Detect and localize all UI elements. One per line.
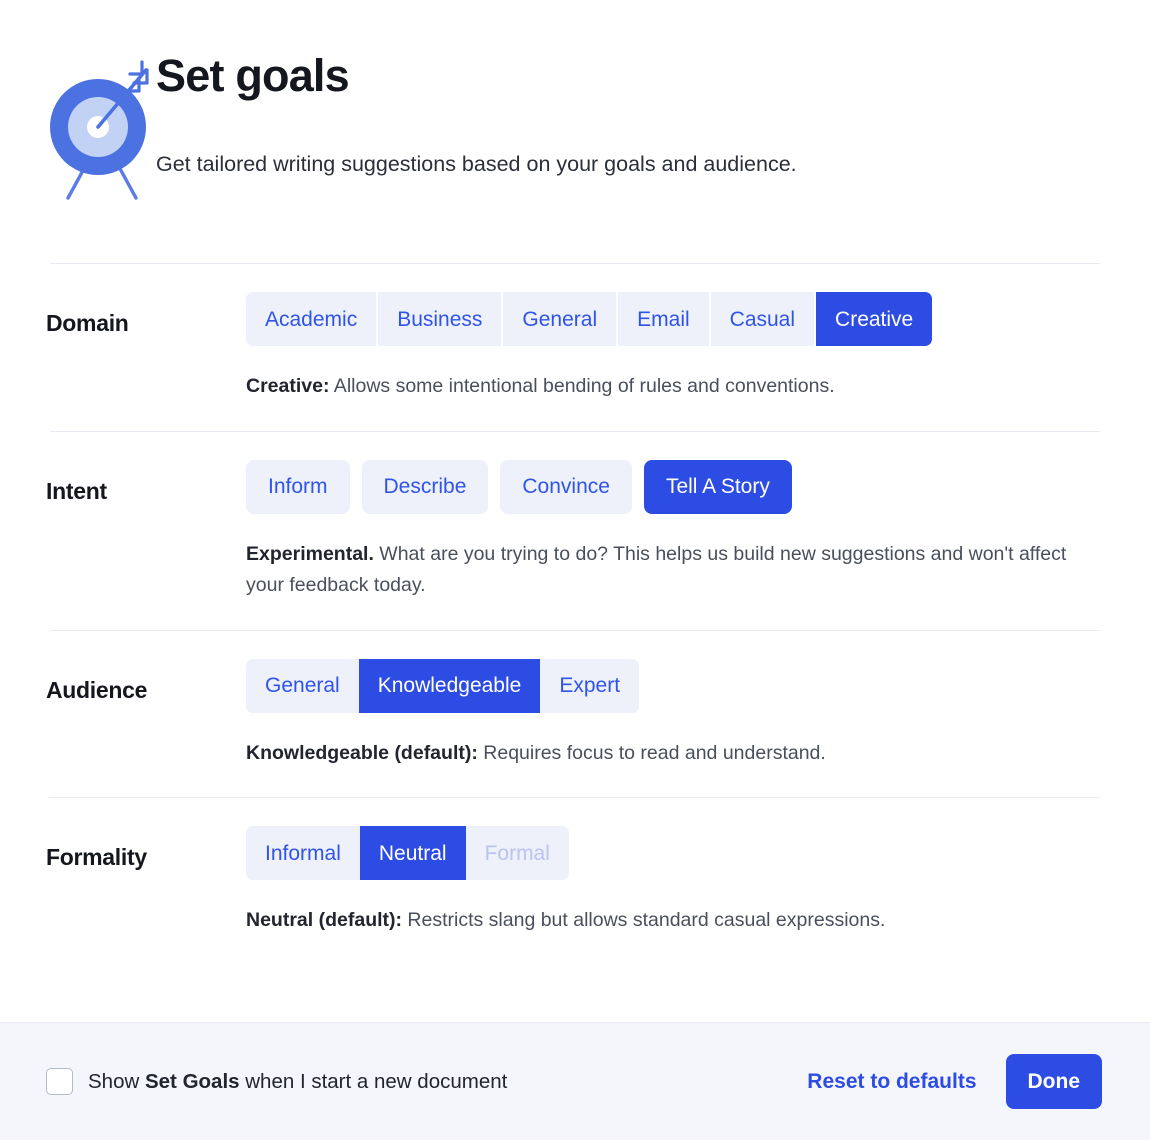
option-expert[interactable]: Expert	[540, 658, 640, 713]
description-strong: Knowledgeable (default):	[246, 741, 478, 764]
set-goals-dialog: Set goals Get tailored writing suggestio…	[0, 0, 1150, 1140]
option-group-intent: Inform Describe Convince Tell A Story	[246, 459, 1100, 514]
dialog-footer: Show Set Goals when I start a new docume…	[0, 1022, 1150, 1140]
description-rest: Restricts slang but allows standard casu…	[402, 909, 886, 932]
target-bullseye-arrow-icon	[46, 46, 156, 205]
option-group-domain: Academic Business General Email Casual Creati…	[246, 292, 1100, 346]
settings-sections: Domain Academic Business General Email Casual…	[0, 264, 1150, 965]
setting-body-formality: Informal Neutral Formal Neutral (default): …	[246, 826, 1100, 937]
page-subtitle: Get tailored writing suggestions based o…	[156, 151, 797, 176]
setting-description-audience: Knowledgeable (default): Requires focus …	[246, 738, 1076, 770]
show-on-new-document-control[interactable]: Show Set Goals when I start a new docume…	[46, 1068, 507, 1095]
setting-row-domain: Domain Academic Business General Email Casual…	[0, 264, 1150, 431]
option-neutral[interactable]: Neutral	[359, 826, 466, 881]
option-creative[interactable]: Creative	[816, 292, 933, 346]
setting-label-domain: Domain	[46, 310, 129, 336]
setting-row-audience: Audience General Knowledgeable Expert Knowle…	[0, 631, 1150, 798]
option-formal: Formal	[465, 826, 569, 881]
done-button[interactable]: Done	[1005, 1054, 1102, 1109]
option-general[interactable]: General	[246, 658, 359, 713]
description-strong: Creative:	[246, 375, 330, 397]
description-strong: Neutral (default):	[246, 909, 402, 932]
option-tell-a-story[interactable]: Tell A Story	[643, 459, 792, 514]
dialog-header: Set goals Get tailored writing suggestio…	[0, 0, 1150, 205]
setting-row-intent: Intent Inform Describe Convince Tell A Story…	[0, 432, 1150, 630]
description-rest: Requires focus to read and understand.	[477, 741, 826, 764]
setting-label-audience: Audience	[46, 676, 148, 703]
setting-body-domain: Academic Business General Email Casual Creati…	[246, 292, 1100, 403]
show-set-goals-checkbox[interactable]	[46, 1068, 73, 1095]
option-knowledgeable[interactable]: Knowledgeable	[358, 658, 541, 713]
option-group-formality: Informal Neutral Formal	[246, 826, 1100, 881]
checkbox-label-prefix: Show	[88, 1069, 145, 1093]
checkbox-label-suffix: when I start a new document	[239, 1069, 508, 1093]
setting-body-audience: General Knowledgeable Expert Knowledgeable …	[246, 658, 1100, 770]
option-business[interactable]: Business	[378, 292, 502, 346]
option-informal[interactable]: Informal	[246, 826, 360, 881]
setting-row-formality: Formality Informal Neutral Formal Neutral (d…	[0, 798, 1150, 965]
setting-body-intent: Inform Describe Convince Tell A Story Experi…	[246, 459, 1100, 602]
option-general[interactable]: General	[503, 292, 617, 346]
option-casual[interactable]: Casual	[710, 292, 815, 346]
footer-actions: Reset to defaults Done	[807, 1054, 1102, 1109]
reset-to-defaults-link[interactable]: Reset to defaults	[807, 1070, 976, 1094]
description-strong: Experimental.	[246, 542, 374, 565]
setting-description-formality: Neutral (default): Restricts slang but a…	[246, 905, 1076, 937]
checkbox-label-strong: Set Goals	[144, 1069, 240, 1093]
option-convince[interactable]: Convince	[500, 459, 632, 514]
page-title: Set goals	[156, 50, 350, 101]
description-rest: Allows some intentional bending of rules…	[329, 375, 835, 397]
option-inform[interactable]: Inform	[246, 459, 350, 514]
setting-label-formality: Formality	[46, 844, 147, 871]
option-group-audience: General Knowledgeable Expert	[246, 658, 1100, 713]
setting-description-intent: Experimental. What are you trying to do?…	[246, 539, 1076, 602]
setting-description-domain: Creative: Allows some intentional bendin…	[246, 371, 1076, 403]
option-email[interactable]: Email	[618, 292, 709, 346]
setting-label-intent: Intent	[46, 477, 107, 504]
option-describe[interactable]: Describe	[361, 459, 489, 514]
option-academic[interactable]: Academic	[246, 292, 377, 346]
show-set-goals-label: Show Set Goals when I start a new docume…	[88, 1070, 507, 1094]
